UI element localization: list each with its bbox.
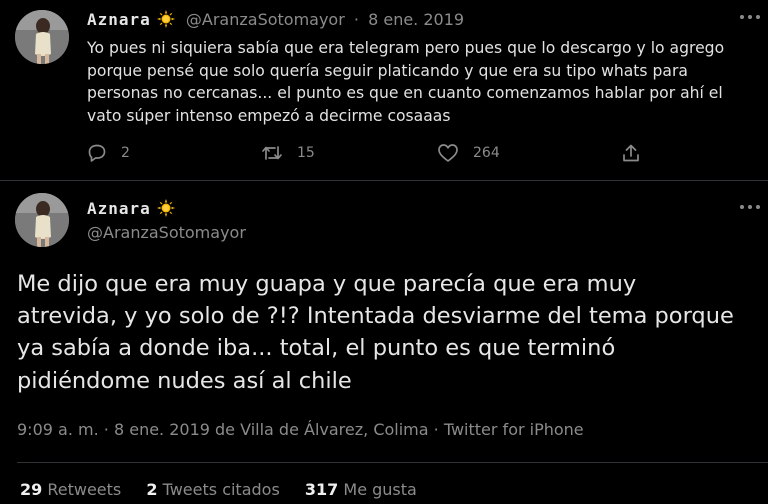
tweet-header: Aznara @AranzaSotomayor · 8 ene. 2019	[87, 10, 464, 32]
separator: ·	[353, 10, 359, 29]
like-count: 264	[473, 145, 500, 161]
quote-tweets-stat[interactable]: 2 Tweets citados	[146, 480, 279, 499]
tweet-text: Me dijo que era muy guapa y que parecía …	[17, 271, 734, 394]
tweet-actions: 2 15 264	[87, 143, 647, 165]
avatar[interactable]	[15, 10, 69, 64]
handle[interactable]: @AranzaSotomayor	[186, 10, 345, 29]
avatar[interactable]	[15, 193, 69, 247]
share-icon	[621, 143, 641, 163]
share-button[interactable]	[621, 143, 641, 163]
reply-button[interactable]: 2	[87, 143, 130, 163]
divider	[17, 462, 768, 463]
tweet-text: Yo pues ni siquiera sabía que era telegr…	[87, 39, 725, 125]
retweets-stat[interactable]: 29 Retweets	[20, 480, 121, 499]
retweet-button[interactable]: 15	[261, 143, 315, 163]
tweet-source[interactable]: Twitter for iPhone	[444, 420, 584, 439]
display-name[interactable]: Aznara	[87, 10, 151, 29]
avatar-photo	[15, 10, 69, 64]
separator: ·	[433, 420, 439, 439]
avatar-photo	[15, 193, 69, 247]
tweet-date[interactable]: 8 ene. 2019	[368, 10, 464, 29]
sun-emoji-icon	[156, 10, 175, 32]
likes-stat[interactable]: 317 Me gusta	[305, 480, 417, 499]
reply-icon	[87, 143, 107, 163]
tweet-time[interactable]: 9:09 a. m.	[17, 420, 99, 439]
handle[interactable]: @AranzaSotomayor	[87, 223, 246, 242]
tweet-header: Aznara	[87, 199, 175, 221]
more-options-icon[interactable]	[739, 14, 761, 22]
retweet-icon	[261, 143, 283, 163]
tweet-metadata: 9:09 a. m. · 8 ene. 2019 de Villa de Álv…	[17, 420, 584, 439]
tweet-stats: 29 Retweets 2 Tweets citados 317 Me gust…	[20, 480, 437, 499]
divider	[0, 180, 768, 181]
like-button[interactable]: 264	[437, 143, 500, 163]
tweet-date-location[interactable]: 8 ene. 2019 de Villa de Álvarez, Colima	[114, 420, 429, 439]
separator: ·	[103, 420, 109, 439]
heart-icon	[437, 143, 459, 163]
display-name[interactable]: Aznara	[87, 199, 151, 218]
retweet-count: 15	[297, 145, 315, 161]
more-options-icon[interactable]	[739, 204, 761, 212]
sun-emoji-icon	[156, 199, 175, 221]
reply-count: 2	[121, 145, 130, 161]
